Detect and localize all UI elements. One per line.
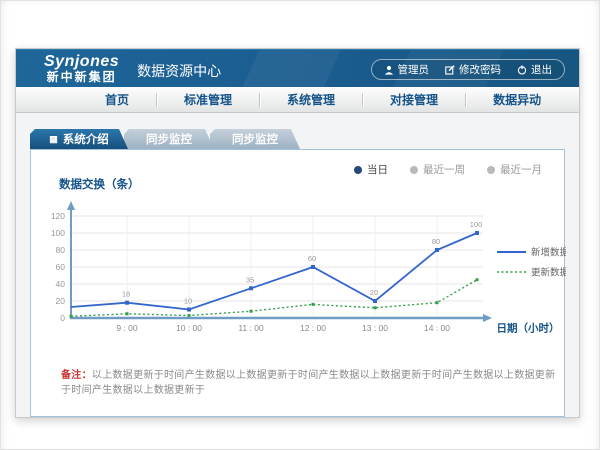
svg-text:13 : 00: 13 : 00 bbox=[362, 323, 388, 333]
radio-dot-icon bbox=[354, 166, 362, 174]
radio-label: 当日 bbox=[367, 162, 388, 177]
radio-dot-icon bbox=[487, 166, 495, 174]
radio-last-week[interactable]: 最近一周 bbox=[410, 162, 465, 177]
svg-text:20: 20 bbox=[56, 296, 66, 306]
svg-text:11 : 00: 11 : 00 bbox=[238, 323, 264, 333]
user-menu[interactable]: 管理员 bbox=[384, 62, 430, 77]
tab-system-intro[interactable]: ▦ 系统介绍 bbox=[30, 129, 128, 149]
document-icon: ▦ bbox=[49, 135, 58, 144]
svg-text:20: 20 bbox=[370, 288, 378, 297]
svg-text:35: 35 bbox=[246, 275, 254, 284]
tab-row: ▦ 系统介绍 同步监控 同步监控 bbox=[30, 129, 565, 149]
range-filter: 当日 最近一周 最近一月 bbox=[354, 162, 542, 177]
svg-text:60: 60 bbox=[308, 254, 316, 263]
svg-text:更新数据: 更新数据 bbox=[531, 267, 566, 279]
change-password-label: 修改密码 bbox=[459, 62, 501, 77]
svg-text:14 : 00: 14 : 00 bbox=[424, 323, 450, 333]
svg-text:80: 80 bbox=[56, 245, 66, 255]
svg-text:日期（小时）: 日期（小时） bbox=[497, 322, 560, 335]
logo-subtext: 新中新集团 bbox=[44, 71, 119, 84]
nav-item-standard-mgmt[interactable]: 标准管理 bbox=[157, 91, 259, 108]
svg-text:9 : 00: 9 : 00 bbox=[116, 323, 138, 333]
radio-today[interactable]: 当日 bbox=[354, 162, 388, 177]
content-area: ▦ 系统介绍 同步监控 同步监控 当日 最近一周 bbox=[16, 113, 579, 417]
svg-text:10: 10 bbox=[184, 297, 192, 306]
svg-text:100: 100 bbox=[470, 220, 483, 229]
footnote-prefix: 备注： bbox=[61, 370, 92, 381]
power-icon bbox=[517, 65, 527, 75]
nav-item-system-mgmt[interactable]: 系统管理 bbox=[260, 91, 362, 108]
y-axis-title: 数据交换（条） bbox=[59, 176, 564, 192]
line-chart: 0 20 40 60 80 100 120 9 : 00 10 : 00 11 : 00 12 : … bbox=[31, 194, 566, 356]
footnote-text: 以上数据更新于时间产生数据以上数据更新于时间产生数据以上数据更新于时间产生数据以… bbox=[61, 370, 555, 396]
nav-item-interface-mgmt[interactable]: 对接管理 bbox=[363, 91, 465, 108]
footnote: 备注：以上数据更新于时间产生数据以上数据更新于时间产生数据以上数据更新于时间产生… bbox=[61, 366, 564, 396]
change-password-button[interactable]: 修改密码 bbox=[445, 62, 501, 77]
page-title: 数据资源中心 bbox=[137, 61, 221, 81]
edit-icon bbox=[445, 65, 455, 75]
logout-button[interactable]: 退出 bbox=[517, 62, 552, 77]
tab-label: 同步监控 bbox=[232, 131, 278, 147]
radio-last-month[interactable]: 最近一月 bbox=[487, 162, 542, 177]
svg-text:100: 100 bbox=[51, 228, 65, 238]
radio-label: 最近一周 bbox=[423, 162, 465, 177]
logo: Synjones 新中新集团 bbox=[44, 54, 119, 83]
svg-text:40: 40 bbox=[56, 279, 66, 289]
logout-label: 退出 bbox=[531, 62, 552, 77]
svg-text:新增数据: 新增数据 bbox=[531, 247, 566, 259]
svg-text:80: 80 bbox=[432, 237, 440, 246]
radio-dot-icon bbox=[410, 166, 418, 174]
svg-text:18: 18 bbox=[122, 290, 130, 299]
main-nav: 首页 标准管理 系统管理 对接管理 数据异动 bbox=[16, 87, 579, 113]
nav-item-home[interactable]: 首页 bbox=[78, 91, 156, 108]
svg-text:0: 0 bbox=[60, 313, 65, 323]
svg-text:10 : 00: 10 : 00 bbox=[176, 323, 202, 333]
tab-sync-monitor-1[interactable]: 同步监控 bbox=[124, 129, 214, 149]
radio-label: 最近一月 bbox=[500, 162, 542, 177]
app-window: Synjones 新中新集团 数据资源中心 管理员 修改密码 退出 bbox=[15, 48, 580, 418]
chart-panel: 当日 最近一周 最近一月 数据交换（条） 0 20 40 60 80 100 120 9 : … bbox=[30, 149, 565, 417]
user-icon bbox=[384, 65, 394, 75]
svg-text:60: 60 bbox=[56, 262, 66, 272]
user-label: 管理员 bbox=[398, 62, 430, 77]
logo-text: Synjones bbox=[44, 54, 119, 71]
app-header: Synjones 新中新集团 数据资源中心 管理员 修改密码 退出 bbox=[16, 49, 579, 87]
svg-text:120: 120 bbox=[51, 211, 65, 221]
tab-sync-monitor-2[interactable]: 同步监控 bbox=[210, 129, 300, 149]
user-pill: 管理员 修改密码 退出 bbox=[371, 59, 566, 80]
svg-text:12 : 00: 12 : 00 bbox=[300, 323, 326, 333]
tab-label: 系统介绍 bbox=[63, 131, 109, 147]
nav-item-data-change[interactable]: 数据异动 bbox=[466, 91, 568, 108]
tab-label: 同步监控 bbox=[146, 131, 192, 147]
